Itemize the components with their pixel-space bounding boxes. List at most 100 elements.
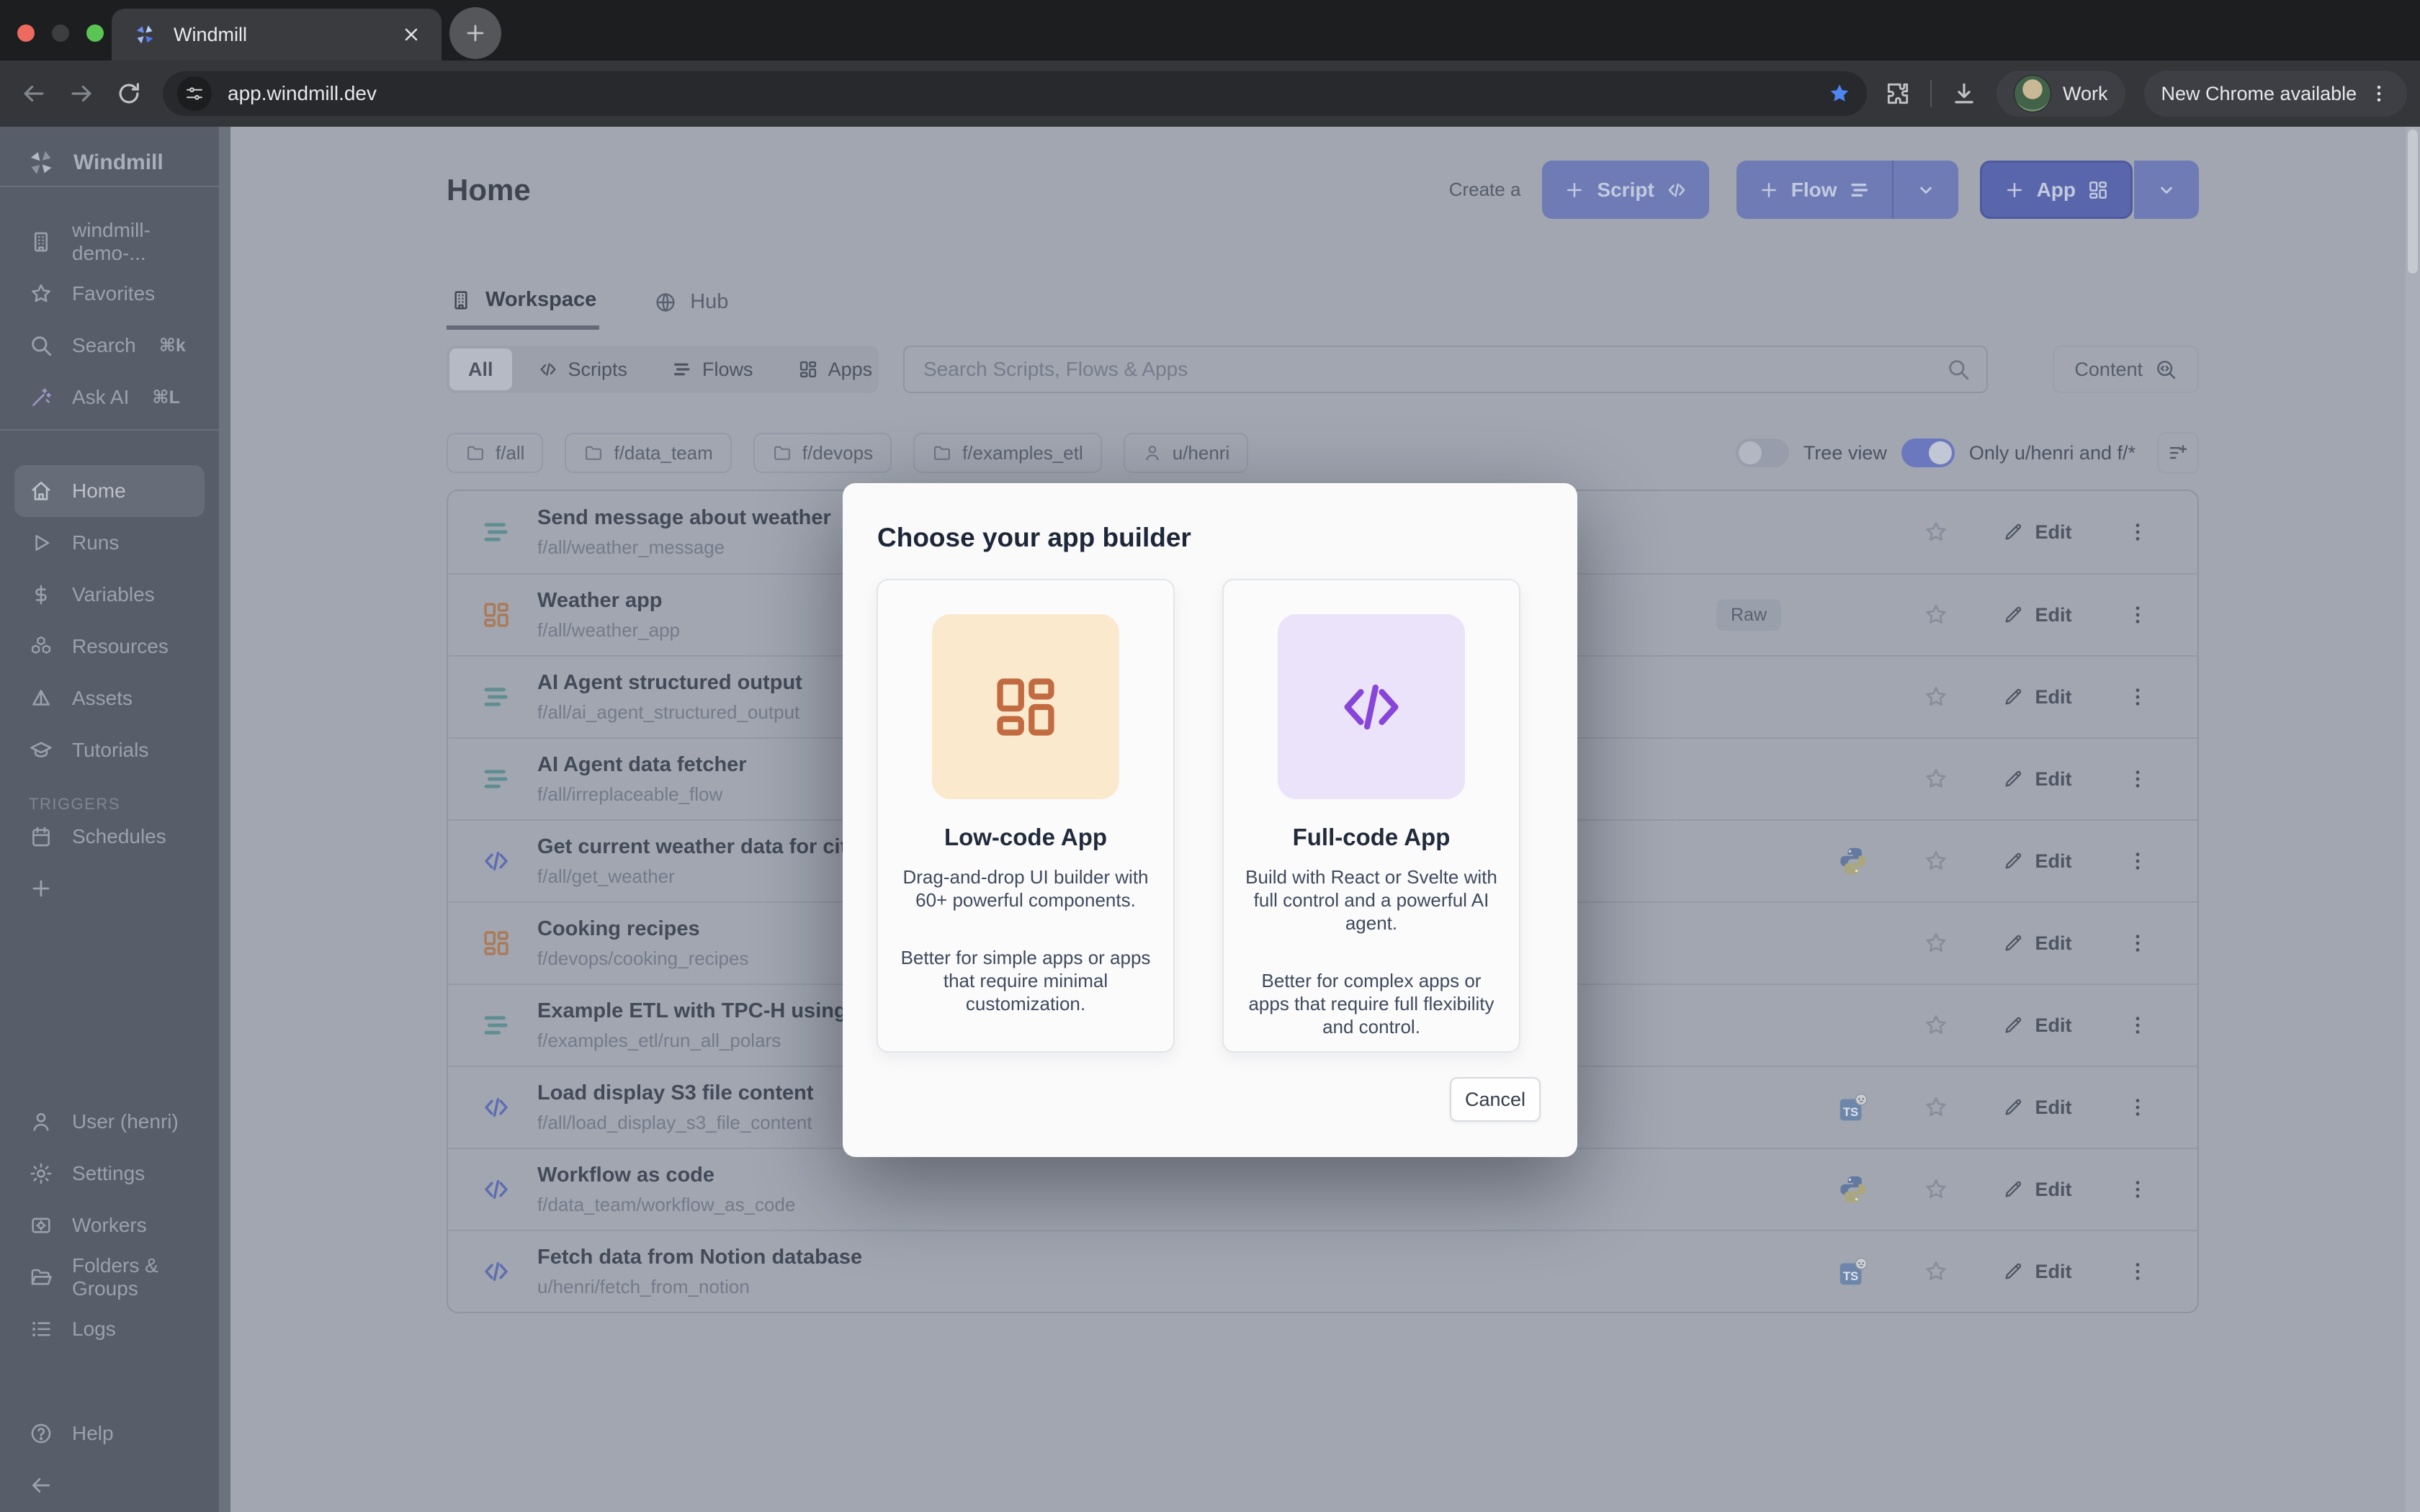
sidebar-item-icon [29, 1317, 53, 1341]
downloads-icon[interactable] [1950, 80, 1978, 107]
url-bar[interactable]: app.windmill.dev [163, 71, 1867, 116]
favorite-star-button[interactable] [1896, 684, 1976, 710]
path-chip-f-devops[interactable]: f/devops [753, 433, 892, 473]
create-flow-dropdown[interactable] [1892, 161, 1958, 219]
scrollbar-thumb[interactable] [2408, 130, 2418, 274]
create-app-button[interactable]: App [1980, 161, 2133, 219]
edit-button[interactable]: Edit [1976, 1014, 2098, 1037]
row-menu-button[interactable] [2098, 850, 2177, 873]
owner-filter-toggle[interactable] [1901, 438, 1955, 467]
sidebar-scrollbar[interactable] [219, 127, 230, 1512]
display-settings-button[interactable] [2157, 432, 2199, 474]
edit-button[interactable]: Edit [1976, 768, 2098, 791]
cancel-button[interactable]: Cancel [1450, 1077, 1541, 1122]
row-menu-button[interactable] [2098, 1014, 2177, 1037]
path-chip-f-all[interactable]: f/all [447, 433, 543, 473]
close-window-button[interactable] [17, 24, 35, 42]
favorite-star-button[interactable] [1896, 848, 1976, 874]
content-search-button[interactable]: Content [2053, 346, 2199, 393]
sidebar-item-favorites[interactable]: Favorites [0, 268, 219, 320]
favorite-star-button[interactable] [1896, 766, 1976, 792]
tree-view-toggle[interactable] [1736, 438, 1789, 467]
page-scrollbar[interactable] [2406, 127, 2420, 1512]
edit-button[interactable]: Edit [1976, 850, 2098, 873]
sidebar-item-home[interactable]: Home [14, 465, 205, 517]
edit-button[interactable]: Edit [1976, 1179, 2098, 1201]
flow-icon [481, 517, 511, 547]
sidebar-item-tutorials[interactable]: Tutorials [0, 724, 219, 776]
bookmark-star-icon[interactable] [1827, 81, 1852, 107]
favorite-star-button[interactable] [1896, 930, 1976, 956]
tab-workspace[interactable]: Workspace [447, 274, 599, 330]
segment-flows[interactable]: Flows [653, 348, 772, 390]
sidebar-item-user-henri[interactable]: User (henri) [0, 1096, 219, 1148]
full-code-app-card[interactable]: Full-code App Build with React or Svelte… [1222, 579, 1520, 1053]
row-menu-button[interactable] [2098, 603, 2177, 626]
sidebar-add-button[interactable] [29, 863, 58, 914]
create-flow-button[interactable]: Flow [1736, 161, 1958, 219]
sidebar-collapse-button[interactable] [0, 1459, 219, 1511]
profile-button[interactable]: Work [1996, 71, 2125, 117]
star-icon [1923, 930, 1949, 956]
extensions-puzzle-icon[interactable] [1884, 80, 1912, 107]
sidebar-item-workers[interactable]: Workers [0, 1200, 219, 1251]
table-row[interactable]: Workflow as code f/data_team/workflow_as… [448, 1148, 2197, 1230]
path-chip-f-data-team[interactable]: f/data_team [565, 433, 731, 473]
site-settings-button[interactable] [177, 76, 212, 111]
forward-icon[interactable] [68, 80, 95, 107]
favorite-star-button[interactable] [1896, 1259, 1976, 1284]
sidebar-item-ask-ai[interactable]: Ask AI ⌘L [0, 372, 219, 423]
back-icon[interactable] [20, 80, 48, 107]
browser-menu-kebab-icon[interactable] [2368, 83, 2390, 104]
sidebar-item-logs[interactable]: Logs [0, 1303, 219, 1355]
reload-icon[interactable] [115, 80, 143, 107]
row-menu-button[interactable] [2098, 768, 2177, 791]
row-menu-button[interactable] [2098, 1096, 2177, 1119]
edit-button[interactable]: Edit [1976, 1261, 2098, 1283]
segment-scripts[interactable]: Scripts [519, 348, 647, 390]
new-tab-button[interactable] [449, 7, 501, 59]
window-controls[interactable] [17, 24, 104, 42]
row-menu-button[interactable] [2098, 685, 2177, 708]
low-code-app-card[interactable]: Low-code App Drag-and-drop UI builder wi… [877, 579, 1175, 1053]
favorite-star-button[interactable] [1896, 519, 1976, 545]
sidebar-item-runs[interactable]: Runs [0, 517, 219, 569]
sidebar-item-help[interactable]: Help [0, 1408, 219, 1459]
sidebar-item-windmill-demo[interactable]: windmill-demo-... [0, 216, 219, 268]
create-script-button[interactable]: Script [1542, 161, 1708, 219]
sidebar-item-assets[interactable]: Assets [0, 672, 219, 724]
edit-button[interactable]: Edit [1976, 686, 2098, 708]
edit-button[interactable]: Edit [1976, 1097, 2098, 1119]
edit-button[interactable]: Edit [1976, 932, 2098, 955]
search-input[interactable] [903, 346, 1988, 393]
sidebar-item-settings[interactable]: Settings [0, 1148, 219, 1200]
favorite-star-button[interactable] [1896, 1012, 1976, 1038]
row-menu-button[interactable] [2098, 521, 2177, 544]
minimize-window-button[interactable] [52, 24, 69, 42]
segment-apps[interactable]: Apps [779, 348, 892, 390]
create-app-dropdown[interactable] [2134, 161, 2199, 219]
sidebar-item-search[interactable]: Search ⌘k [0, 320, 219, 372]
chrome-update-button[interactable]: New Chrome available [2144, 71, 2408, 117]
favorite-star-button[interactable] [1896, 1094, 1976, 1120]
edit-button[interactable]: Edit [1976, 604, 2098, 626]
workspace-hub-tabs: Workspace Hub [447, 274, 731, 330]
sidebar-item-resources[interactable]: Resources [0, 621, 219, 672]
row-menu-button[interactable] [2098, 1260, 2177, 1283]
tab-hub[interactable]: Hub [651, 274, 731, 330]
sidebar-item-schedules[interactable]: Schedules [0, 811, 219, 863]
path-chip-u-henri[interactable]: u/henri [1124, 433, 1249, 473]
edit-button[interactable]: Edit [1976, 521, 2098, 544]
favorite-star-button[interactable] [1896, 1176, 1976, 1202]
browser-tab[interactable]: Windmill [112, 9, 442, 60]
table-row[interactable]: Fetch data from Notion database u/henri/… [448, 1230, 2197, 1312]
segment-all[interactable]: All [449, 348, 512, 390]
path-chip-f-examples-etl[interactable]: f/examples_etl [913, 433, 1102, 473]
tab-close-icon[interactable] [401, 24, 421, 45]
zoom-window-button[interactable] [86, 24, 104, 42]
sidebar-item-folders-groups[interactable]: Folders & Groups [0, 1251, 219, 1303]
row-menu-button[interactable] [2098, 1178, 2177, 1201]
sidebar-item-variables[interactable]: Variables [0, 569, 219, 621]
favorite-star-button[interactable] [1896, 602, 1976, 628]
row-menu-button[interactable] [2098, 932, 2177, 955]
